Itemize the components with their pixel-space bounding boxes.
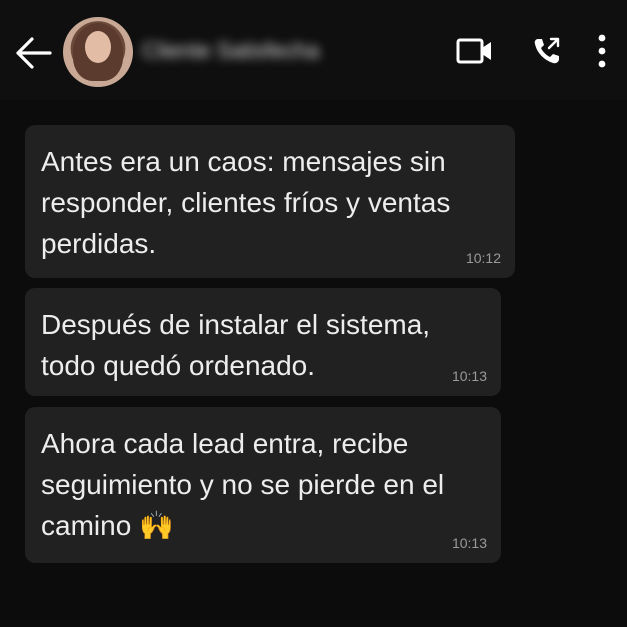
message-bubble[interactable]: Después de instalar el sistema, todo que… (25, 288, 501, 396)
message-bubble[interactable]: Ahora cada lead entra, recibe seguimient… (25, 407, 501, 563)
arrow-left-icon (16, 37, 52, 69)
message-text: Antes era un caos: mensajes sin responde… (41, 146, 451, 259)
back-button[interactable] (12, 34, 54, 72)
chat-area: Antes era un caos: mensajes sin responde… (0, 100, 627, 627)
video-call-button[interactable] (456, 36, 494, 66)
more-vertical-icon (598, 34, 606, 68)
avatar[interactable] (63, 17, 133, 87)
message-bubble[interactable]: Antes era un caos: mensajes sin responde… (25, 125, 515, 278)
message-time: 10:12 (465, 250, 501, 266)
voice-call-button[interactable] (532, 36, 562, 66)
message-time: 10:13 (451, 368, 487, 384)
chat-header: Cliente Satisfecha (0, 0, 627, 100)
message-text: Ahora cada lead entra, recibe seguimient… (41, 428, 445, 541)
avatar-face (85, 31, 111, 63)
video-camera-icon (456, 38, 491, 64)
message-text: Después de instalar el sistema, todo que… (41, 309, 431, 381)
phone-call-icon (534, 37, 560, 64)
contact-name[interactable]: Cliente Satisfecha (142, 38, 342, 66)
more-options-button[interactable] (592, 32, 612, 70)
message-time: 10:13 (451, 535, 487, 551)
